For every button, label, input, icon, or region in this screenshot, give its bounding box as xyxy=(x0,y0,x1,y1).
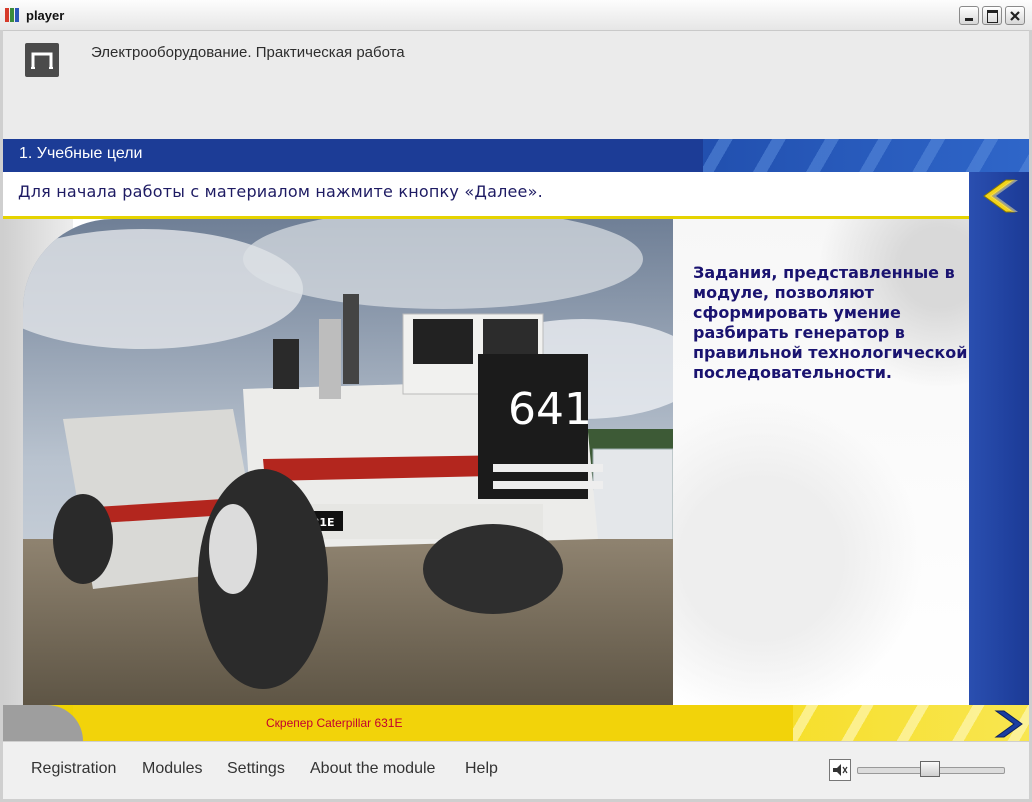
module-header: Электрооборудование. Практическая работа xyxy=(3,31,1029,139)
speaker-icon[interactable] xyxy=(829,759,851,781)
description-text: Задания, представленные в модуле, позвол… xyxy=(693,263,968,382)
lesson-content: 1. Учебные цели Для начала работы с мате… xyxy=(3,139,1029,741)
back-button[interactable] xyxy=(978,177,1020,215)
menu-registration[interactable]: Registration xyxy=(31,760,116,778)
unit-number: 641 xyxy=(508,384,592,435)
next-button[interactable] xyxy=(990,709,1026,739)
close-button[interactable] xyxy=(1005,6,1025,25)
maximize-icon xyxy=(987,10,998,23)
app-icon xyxy=(5,8,23,22)
close-icon xyxy=(1010,11,1020,21)
module-title: Электрооборудование. Практическая работа xyxy=(91,44,405,61)
pi-logo-icon xyxy=(25,43,59,77)
instruction-row: Для начала работы с материалом нажмите к… xyxy=(3,172,969,219)
menu-settings[interactable]: Settings xyxy=(227,760,285,778)
minimize-button[interactable] xyxy=(959,6,979,25)
window-title-bar: player xyxy=(0,0,1032,31)
minimize-icon xyxy=(965,18,973,21)
instruction-text: Для начала работы с материалом нажмите к… xyxy=(18,182,543,201)
right-rail xyxy=(969,172,1029,708)
section-bar: 1. Учебные цели xyxy=(3,139,1029,172)
caption-bar: Скрепер Caterpillar 631E xyxy=(3,705,1029,741)
volume-slider-thumb[interactable] xyxy=(920,761,940,777)
maximize-button[interactable] xyxy=(982,6,1002,25)
photo-caption: Скрепер Caterpillar 631E xyxy=(266,716,403,730)
window-title: player xyxy=(26,8,65,23)
description-panel: Задания, представленные в модуле, позвол… xyxy=(673,219,969,705)
menu-help[interactable]: Help xyxy=(465,760,498,778)
menu-about-module[interactable]: About the module xyxy=(310,760,435,778)
scraper-photo: 641 CAT 631E xyxy=(23,219,673,705)
menu-modules[interactable]: Modules xyxy=(142,760,202,778)
footer-menu: Registration Modules Settings About the … xyxy=(3,741,1029,800)
section-title: 1. Учебные цели xyxy=(19,145,143,162)
